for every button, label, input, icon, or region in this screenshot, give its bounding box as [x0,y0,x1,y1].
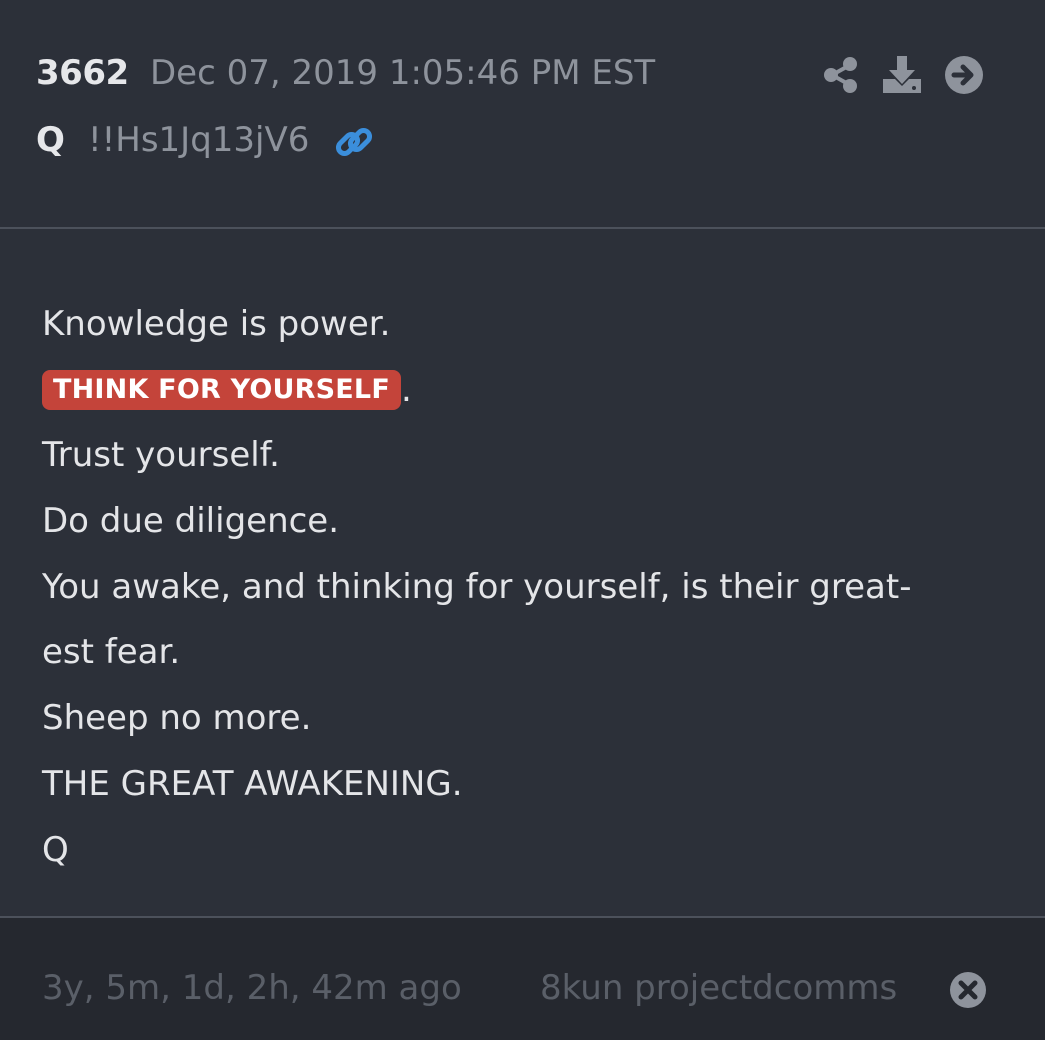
highlight-tag: THINK FOR YOURSELF [42,369,401,410]
download-icon[interactable] [880,53,924,97]
arrow-right-circle-icon[interactable] [942,53,986,97]
body-line: est fear. [42,632,181,673]
body-line: Do due diligence. [42,501,340,542]
body-line-tag: THINK FOR YOURSELF. [42,358,1002,424]
body-line: Knowledge is power. [42,304,391,344]
author-name: Q [36,120,65,160]
post-age: 3y, 5m, 1d, 2h, 42m ago [42,968,462,1008]
tag-suffix: . [400,369,412,410]
post-footer: 3y, 5m, 1d, 2h, 42m ago 8kun projectdcom… [0,918,1045,1040]
share-icon[interactable] [820,53,864,97]
post-number: 3662 [36,53,129,93]
post-actions [820,53,990,97]
body-line: You awake, and thinking for yourself, is… [42,566,912,607]
body-signature: Q [42,829,69,870]
body-line: Trust yourself. [42,435,280,476]
post-date: Dec 07, 2019 1:05:46 PM EST [150,53,656,93]
header-divider [0,227,1045,229]
body-line: THE GREAT AWAKENING. [42,763,463,804]
link-icon[interactable] [332,120,376,164]
close-circle-icon[interactable] [948,970,988,1010]
post-body: Knowledge is power. THINK FOR YOURSELF. … [42,292,1002,883]
tripcode: !!Hs1Jq13jV6 [88,120,310,160]
post-card: 3662 Dec 07, 2019 1:05:46 PM EST Q !!Hs1… [0,0,1045,1040]
post-header: 3662 Dec 07, 2019 1:05:46 PM EST Q !!Hs1… [0,0,1045,227]
body-line: Sheep no more. [42,698,312,739]
post-source: 8kun projectdcomms [540,968,898,1008]
